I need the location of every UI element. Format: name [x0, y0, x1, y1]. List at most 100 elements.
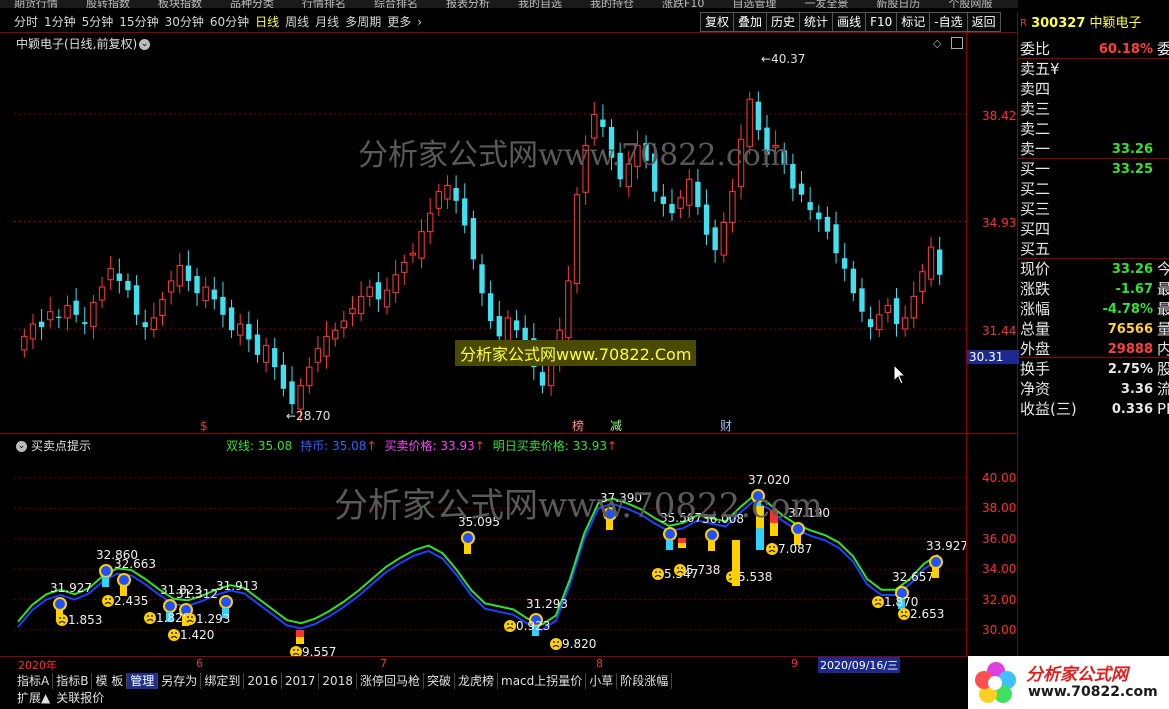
- chevron-right-icon[interactable]: ›: [417, 12, 422, 32]
- quote-row[interactable]: 涨跌 -1.67 最高: [1020, 280, 1169, 299]
- menu-item[interactable]: 我的持仓: [590, 0, 634, 8]
- menu-item[interactable]: 股转指数: [86, 0, 130, 8]
- period-tab[interactable]: 5分钟: [82, 12, 114, 32]
- quote-row[interactable]: 卖一 33.26: [1020, 140, 1169, 159]
- sell-signal-icon[interactable]: [184, 613, 196, 625]
- buy-signal-icon[interactable]: [53, 597, 67, 611]
- menu-item[interactable]: 期货行情: [14, 0, 58, 8]
- sell-signal-icon[interactable]: [766, 543, 778, 555]
- period-tab[interactable]: 周线: [285, 12, 309, 32]
- event-marker[interactable]: 财: [720, 419, 732, 432]
- sell-signal-icon[interactable]: [168, 629, 180, 641]
- indicator-tab[interactable]: 管理: [127, 673, 159, 689]
- indicator-tab[interactable]: 2018: [319, 673, 357, 689]
- buy-signal-icon[interactable]: [99, 564, 113, 578]
- menu-item[interactable]: 报表分析: [446, 0, 490, 8]
- period-tab[interactable]: 月线: [315, 12, 339, 32]
- sell-signal-icon[interactable]: [898, 608, 910, 620]
- toolbar-button[interactable]: 历史: [766, 12, 801, 32]
- toolbar-button[interactable]: 返回: [966, 12, 1001, 32]
- sell-signal-icon[interactable]: [290, 646, 302, 656]
- toolbar-button[interactable]: 叠加: [733, 12, 768, 32]
- indicator-tab[interactable]: macd上拐量价: [498, 673, 587, 689]
- sell-signal-icon[interactable]: [674, 564, 686, 576]
- quote-row[interactable]: 涨幅 -4.78%最低: [1020, 300, 1169, 319]
- period-tab[interactable]: 1分钟: [44, 12, 76, 32]
- sell-signal-icon[interactable]: [56, 614, 68, 626]
- menu-item[interactable]: 综合排名: [374, 0, 418, 8]
- buy-signal-icon[interactable]: [219, 595, 233, 609]
- quote-row[interactable]: 卖三: [1020, 100, 1169, 119]
- indicator-tab[interactable]: 2017: [282, 673, 320, 689]
- indicator-tab[interactable]: 阶段涨幅: [617, 673, 673, 689]
- toolbar-button[interactable]: 标记: [896, 12, 931, 32]
- toolbar-button[interactable]: F10: [865, 12, 898, 32]
- toolbar-button[interactable]: 画线: [832, 12, 867, 32]
- sell-signal-icon[interactable]: [102, 595, 114, 607]
- menu-item[interactable]: 品种分类: [230, 0, 274, 8]
- menu-item[interactable]: 个股网服: [948, 0, 992, 8]
- indicator-tab[interactable]: 指标B: [53, 673, 93, 689]
- buy-signal-icon[interactable]: [117, 573, 131, 587]
- indicator-tab[interactable]: 模 板: [92, 673, 128, 689]
- chevron-down-icon[interactable]: ⌄: [16, 441, 27, 452]
- period-tab[interactable]: 60分钟: [210, 12, 249, 32]
- secondary-tab[interactable]: 扩展▲: [14, 691, 53, 705]
- menu-item[interactable]: 一发全景: [804, 0, 848, 8]
- quote-row[interactable]: 卖四: [1020, 80, 1169, 99]
- event-marker[interactable]: 榜: [572, 418, 584, 432]
- quote-row[interactable]: 卖二: [1020, 120, 1169, 139]
- quote-row[interactable]: 卖五¥: [1020, 60, 1169, 79]
- event-marker[interactable]: $: [200, 419, 208, 432]
- menu-item[interactable]: 自选管理: [732, 0, 776, 8]
- sell-signal-icon[interactable]: [144, 612, 156, 624]
- period-tab[interactable]: 30分钟: [165, 12, 204, 32]
- sell-signal-icon[interactable]: [504, 620, 516, 632]
- toolbar-button[interactable]: 统计: [799, 12, 834, 32]
- quote-row[interactable]: 买一 33.25: [1020, 160, 1169, 179]
- quote-row[interactable]: 现价 33.26 今开: [1020, 260, 1169, 279]
- sell-signal-icon[interactable]: [550, 638, 562, 650]
- sell-signal-icon[interactable]: [652, 568, 664, 580]
- menu-item[interactable]: 新股日历: [876, 0, 920, 8]
- price-axis-label: 34.93: [982, 216, 1017, 230]
- quote-row[interactable]: 收益(三) 0.336 PE(动): [1020, 400, 1169, 419]
- menu-item[interactable]: 行情排名: [302, 0, 346, 8]
- menu-item[interactable]: 涨跌F10: [662, 0, 704, 8]
- quote-row[interactable]: 委比 60.18% 委差: [1020, 40, 1169, 59]
- buy-signal-icon[interactable]: [461, 531, 475, 545]
- quote-row[interactable]: 买二: [1020, 180, 1169, 199]
- menu-item[interactable]: 我的自选: [518, 0, 562, 8]
- indicator-tab[interactable]: 小草: [586, 673, 618, 689]
- period-tab[interactable]: 多周期: [345, 12, 381, 32]
- buy-signal-icon[interactable]: [929, 555, 943, 569]
- menu-item[interactable]: 板块指数: [158, 0, 202, 8]
- quote-row[interactable]: 买四: [1020, 220, 1169, 239]
- event-marker[interactable]: 减: [610, 419, 622, 432]
- quote-row[interactable]: 买三: [1020, 200, 1169, 219]
- period-tab[interactable]: 日线: [255, 12, 279, 32]
- buy-signal-icon[interactable]: [705, 528, 719, 542]
- quote-row[interactable]: 买五: [1020, 240, 1169, 259]
- period-tab[interactable]: 分时: [14, 12, 38, 32]
- legend-item: 持币: 35.08↑: [300, 439, 376, 453]
- secondary-tab[interactable]: 关联报价: [53, 691, 107, 705]
- buy-signal-icon[interactable]: [663, 527, 677, 541]
- quote-row[interactable]: 换手 2.75% 股本: [1020, 360, 1169, 379]
- indicator-tab[interactable]: 另存为: [158, 673, 202, 689]
- toolbar-button[interactable]: -自选: [929, 12, 968, 32]
- sell-signal-icon[interactable]: [872, 596, 884, 608]
- quote-row[interactable]: 净资 3.36 流通: [1020, 380, 1169, 399]
- period-tab[interactable]: 15分钟: [119, 12, 158, 32]
- indicator-tab[interactable]: 绑定到: [201, 673, 245, 689]
- indicator-tab[interactable]: 指标A: [14, 673, 54, 689]
- indicator-tab[interactable]: 涨停回马枪: [357, 673, 424, 689]
- indicator-tab[interactable]: 2016: [244, 673, 282, 689]
- indicator-tab[interactable]: 突破: [424, 673, 455, 689]
- kline-chart[interactable]: ←40.37 ←28.70 $ 榜 减 财: [14, 48, 966, 432]
- quote-row[interactable]: 总量 76566 量比: [1020, 320, 1169, 339]
- period-tab[interactable]: 更多: [387, 12, 411, 32]
- toolbar-button[interactable]: 复权: [700, 12, 735, 32]
- legend-item: 双线: 35.08: [226, 439, 292, 453]
- indicator-tab[interactable]: 龙虎榜: [455, 673, 499, 689]
